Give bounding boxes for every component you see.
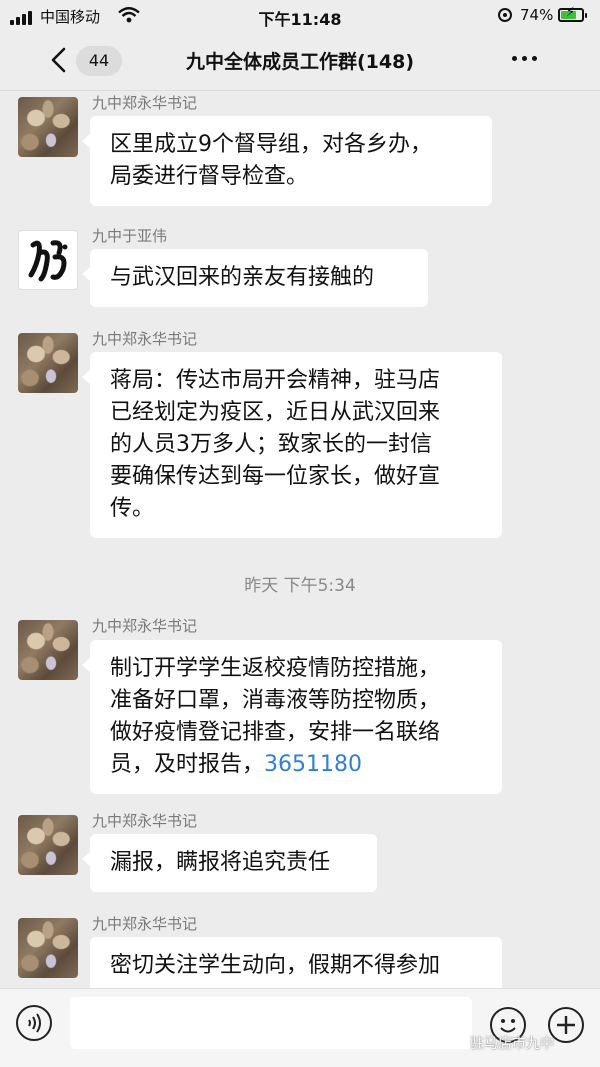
rotation-lock-icon: [498, 8, 512, 22]
sender-name: 九中郑永华书记: [92, 330, 198, 348]
status-bar: 中国移动 下午11:48 74% ⚡: [0, 0, 600, 32]
more-options-icon[interactable]: [512, 56, 537, 61]
back-icon[interactable]: [44, 46, 72, 74]
chat-timestamp: 昨天 下午5:34: [244, 576, 356, 596]
message-bubble[interactable]: 制订开学学生返校疫情防控措施， 准备好口罩，消毒液等防控物质， 做好疫情登记排查…: [82, 640, 502, 794]
watermark: 驻马店市九中: [470, 1036, 554, 1052]
message-bubble[interactable]: 与武汉回来的亲友有接触的: [82, 249, 428, 307]
message-bubble[interactable]: 漏报，瞒报将追究责任: [82, 834, 377, 892]
voice-input-icon[interactable]: [16, 1005, 52, 1041]
avatar[interactable]: [18, 620, 78, 680]
chat-header: 44 九中全体成员工作群(148): [0, 32, 600, 91]
message-bubble[interactable]: 区里成立9个督导组，对各乡办， 局委进行督导检查。: [82, 116, 492, 206]
charging-icon: ⚡: [566, 5, 576, 20]
unread-count-badge[interactable]: 44: [76, 46, 122, 76]
message-bubble[interactable]: 密切关注学生动向，假期不得参加: [90, 937, 502, 988]
sender-name: 九中郑永华书记: [92, 915, 198, 933]
input-bar: [0, 988, 600, 1067]
sender-name: 九中郑永华书记: [92, 812, 198, 830]
sender-name: 九中郑永华书记: [92, 617, 198, 635]
battery-percent: 74%: [520, 6, 554, 24]
phone-number-link[interactable]: 3651180: [264, 752, 362, 777]
message-bubble[interactable]: 蒋局：传达市局开会精神，驻马店 已经划定为疫区，近日从武汉回来 的人员3万多人；…: [82, 352, 502, 538]
avatar[interactable]: [18, 230, 78, 290]
avatar[interactable]: [18, 815, 78, 875]
calligraphy-avatar-icon: [28, 240, 68, 282]
avatar[interactable]: [18, 333, 78, 393]
avatar[interactable]: [18, 97, 78, 157]
avatar[interactable]: [18, 918, 78, 978]
message-input[interactable]: [70, 997, 472, 1049]
sender-name: 九中郑永华书记: [92, 94, 198, 112]
sender-name: 九中于亚伟: [92, 227, 168, 245]
chat-title: 九中全体成员工作群(148): [185, 51, 415, 73]
